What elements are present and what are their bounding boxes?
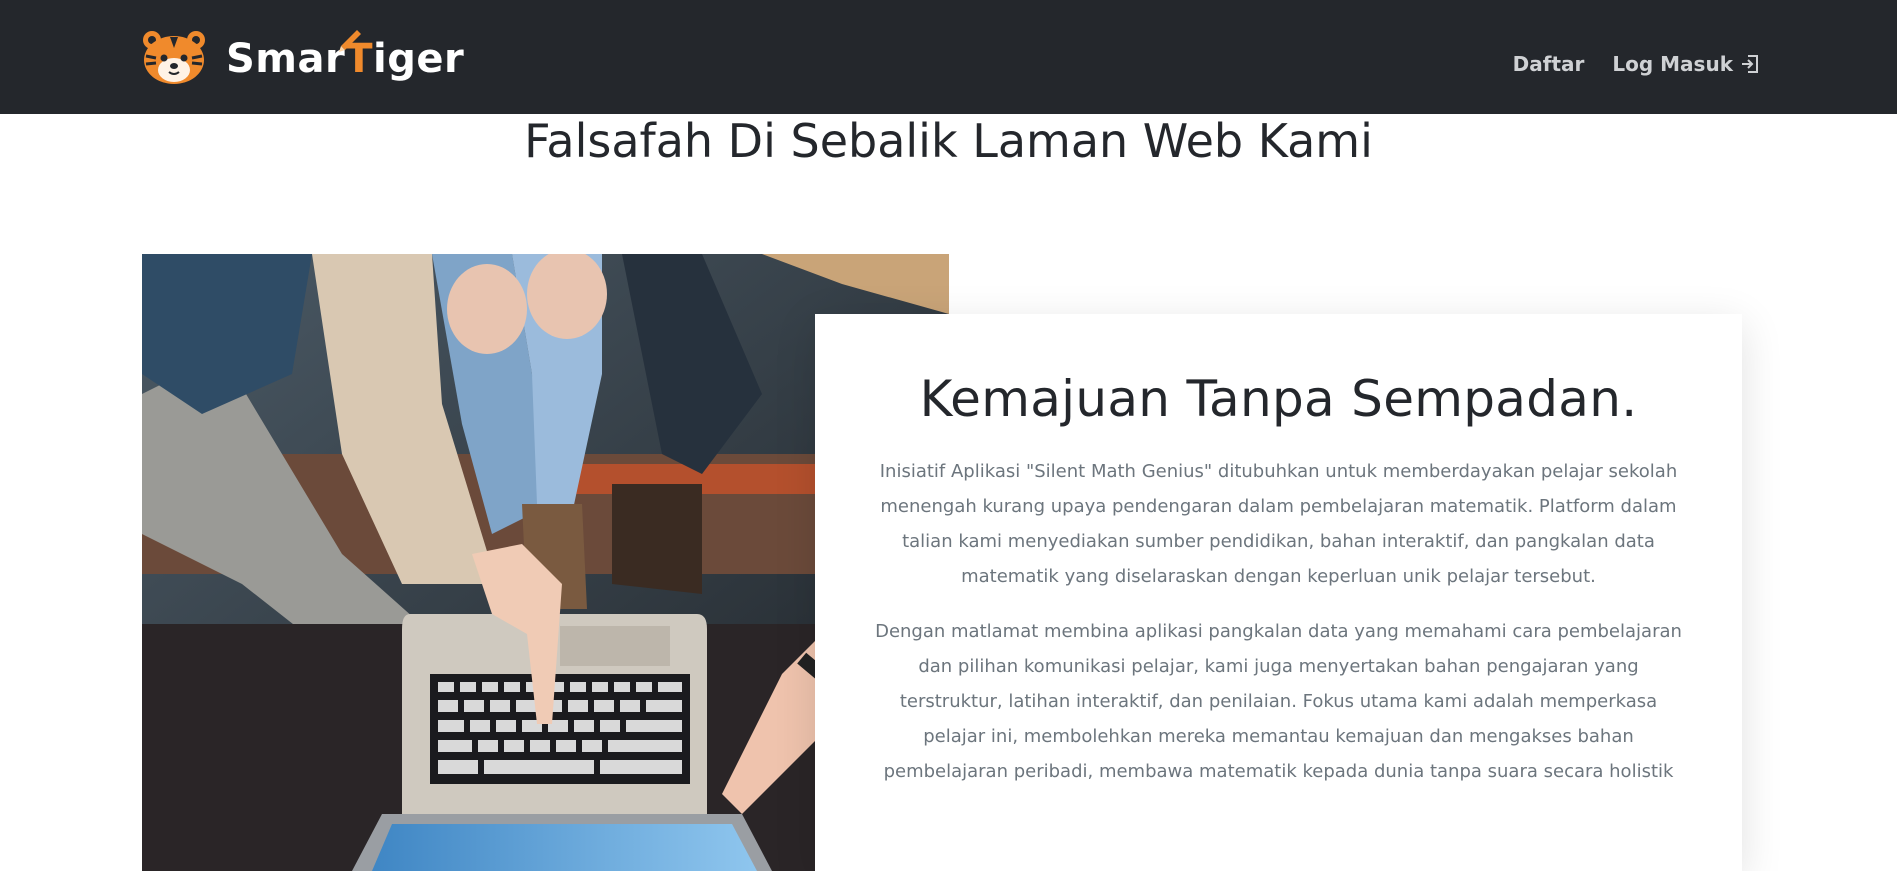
sign-in-icon <box>1742 55 1758 73</box>
page-title: Falsafah Di Sebalik Laman Web Kami <box>524 114 1373 168</box>
register-link[interactable]: Daftar <box>1513 52 1585 76</box>
card-paragraph-2: Dengan matlamat membina aplikasi pangkal… <box>875 621 1682 782</box>
navbar: SmarTiger Daftar Log Masuk <box>0 0 1897 114</box>
login-link[interactable]: Log Masuk <box>1612 52 1761 76</box>
tiger-head-icon <box>143 31 205 84</box>
card-paragraph-1: Inisiatif Aplikasi "Silent Math Genius" … <box>879 461 1678 587</box>
pencil-icon <box>339 30 361 52</box>
philosophy-card: Kemajuan Tanpa Sempadan. Inisiatif Aplik… <box>815 314 1742 871</box>
card-title: Kemajuan Tanpa Sempadan. <box>919 370 1638 428</box>
brand-logo-link[interactable]: SmarTiger <box>140 26 464 88</box>
nav-links: Daftar Log Masuk <box>1485 52 1761 76</box>
login-link-label: Log Masuk <box>1612 52 1733 76</box>
